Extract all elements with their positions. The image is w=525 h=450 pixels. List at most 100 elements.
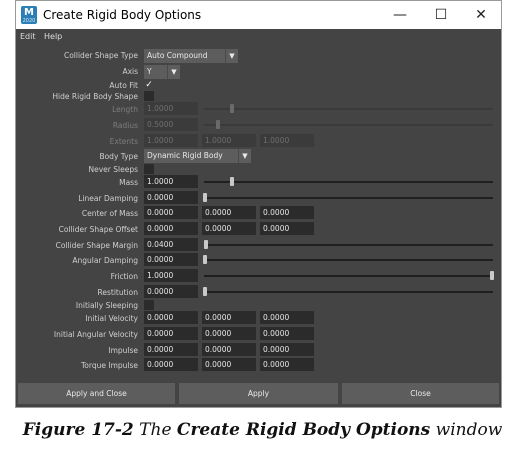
linear-damping-slider-handle[interactable] [203, 193, 207, 202]
restitution-slider-handle[interactable] [203, 287, 207, 296]
restitution-slider-track[interactable] [204, 291, 493, 293]
length-field[interactable]: 1.0000 [144, 102, 198, 115]
torque-impulse-z-field[interactable]: 0.0000 [260, 358, 314, 371]
hide-rigid-body-shape-label: Hide Rigid Body Shape [52, 92, 138, 101]
mass-slider-handle[interactable] [230, 177, 234, 186]
chevron-down-icon: ▼ [238, 149, 251, 163]
collider-shape-offset-y-field[interactable]: 0.0000 [202, 222, 256, 235]
initial-angular-velocity-z-field[interactable]: 0.0000 [260, 327, 314, 340]
initially-sleeping-label: Initially Sleeping [75, 301, 138, 310]
friction-slider-handle[interactable] [490, 271, 494, 280]
initially-sleeping-checkbox[interactable] [144, 300, 154, 310]
length-label: Length [112, 105, 138, 114]
extents-y-field[interactable]: 1.0000 [202, 134, 256, 147]
initial-velocity-label: Initial Velocity [85, 314, 138, 323]
apply-and-close-button[interactable]: Apply and Close [18, 383, 175, 404]
impulse-x-field[interactable]: 0.0000 [144, 343, 198, 356]
center-of-mass-z-field[interactable]: 0.0000 [260, 206, 314, 219]
collider-shape-margin-slider-track[interactable] [204, 244, 493, 246]
caption-window-name: Create Rigid Body Options [176, 420, 431, 440]
initial-velocity-y-field[interactable]: 0.0000 [202, 311, 256, 324]
menu-edit[interactable]: Edit [20, 32, 36, 41]
body-type-value: Dynamic Rigid Body [147, 151, 223, 160]
mass-label: Mass [119, 178, 138, 187]
window-title: Create Rigid Body Options [43, 8, 202, 22]
close-button[interactable]: Close [342, 383, 499, 404]
auto-fit-label: Auto Fit [109, 81, 138, 90]
mass-slider-track[interactable] [204, 181, 493, 183]
never-sleeps-checkbox[interactable] [144, 164, 154, 174]
initial-angular-velocity-y-field[interactable]: 0.0000 [202, 327, 256, 340]
center-of-mass-y-field[interactable]: 0.0000 [202, 206, 256, 219]
collider-shape-margin-field[interactable]: 0.0400 [144, 238, 198, 251]
collider-shape-offset-z-field[interactable]: 0.0000 [260, 222, 314, 235]
torque-impulse-y-field[interactable]: 0.0000 [202, 358, 256, 371]
collider-shape-offset-x-field[interactable]: 0.0000 [144, 222, 198, 235]
mass-field[interactable]: 1.0000 [144, 175, 198, 188]
torque-impulse-x-field[interactable]: 0.0000 [144, 358, 198, 371]
friction-label: Friction [110, 272, 138, 281]
maximize-button[interactable]: ☐ [421, 3, 461, 27]
radius-slider-track[interactable] [204, 124, 493, 126]
figure-number: Figure 17-2 [22, 420, 134, 440]
axis-label: Axis [122, 67, 138, 76]
menu-help[interactable]: Help [44, 32, 62, 41]
never-sleeps-label: Never Sleeps [88, 165, 139, 174]
extents-label: Extents [109, 137, 138, 146]
angular-damping-slider-track[interactable] [204, 259, 493, 261]
options-form: Collider Shape Type Auto Compound ▼ Axis… [16, 45, 501, 381]
linear-damping-slider-track[interactable] [204, 197, 493, 199]
friction-slider-track[interactable] [204, 275, 493, 277]
center-of-mass-label: Center of Mass [81, 209, 138, 218]
impulse-y-field[interactable]: 0.0000 [202, 343, 256, 356]
radius-field[interactable]: 0.5000 [144, 118, 198, 131]
maya-app-icon: M 2020 [21, 6, 37, 24]
menu-bar: Edit Help [16, 29, 501, 45]
initial-velocity-z-field[interactable]: 0.0000 [260, 311, 314, 324]
initial-velocity-x-field[interactable]: 0.0000 [144, 311, 198, 324]
length-slider-track[interactable] [204, 108, 493, 110]
extents-x-field[interactable]: 1.0000 [144, 134, 198, 147]
angular-damping-label: Angular Damping [72, 256, 138, 265]
linear-damping-label: Linear Damping [78, 194, 138, 203]
length-slider-handle[interactable] [230, 104, 234, 113]
close-window-button[interactable]: ✕ [461, 3, 501, 27]
initial-angular-velocity-x-field[interactable]: 0.0000 [144, 327, 198, 340]
torque-impulse-label: Torque Impulse [81, 361, 138, 370]
collider-shape-type-value: Auto Compound [147, 51, 208, 60]
restitution-field[interactable]: 0.0000 [144, 285, 198, 298]
title-bar: M 2020 Create Rigid Body Options — ☐ ✕ [16, 1, 501, 29]
axis-dropdown[interactable]: Y ▼ [144, 65, 180, 79]
impulse-label: Impulse [108, 346, 138, 355]
hide-rigid-body-shape-checkbox[interactable] [144, 91, 154, 101]
angular-damping-field[interactable]: 0.0000 [144, 253, 198, 266]
collider-shape-margin-slider-handle[interactable] [204, 240, 208, 249]
caption-suffix: window [435, 420, 503, 440]
collider-shape-margin-label: Collider Shape Margin [55, 241, 138, 250]
app-icon-sub: 2020 [22, 18, 36, 24]
auto-fit-checkbox[interactable]: ✓ [144, 80, 154, 90]
collider-shape-type-label: Collider Shape Type [63, 51, 138, 60]
caption-prefix: The [139, 420, 172, 440]
center-of-mass-x-field[interactable]: 0.0000 [144, 206, 198, 219]
angular-damping-slider-handle[interactable] [203, 255, 207, 264]
body-type-dropdown[interactable]: Dynamic Rigid Body ▼ [144, 149, 251, 163]
radius-slider-handle[interactable] [216, 120, 220, 129]
collider-shape-type-dropdown[interactable]: Auto Compound ▼ [144, 49, 238, 63]
body-type-label: Body Type [99, 152, 138, 161]
apply-button[interactable]: Apply [179, 383, 338, 404]
chevron-down-icon: ▼ [225, 49, 238, 63]
collider-shape-offset-label: Collider Shape Offset [58, 225, 138, 234]
extents-z-field[interactable]: 1.0000 [260, 134, 314, 147]
axis-value: Y [147, 67, 152, 76]
impulse-z-field[interactable]: 0.0000 [260, 343, 314, 356]
chevron-down-icon: ▼ [167, 65, 180, 79]
restitution-label: Restitution [97, 288, 138, 297]
friction-field[interactable]: 1.0000 [144, 269, 198, 282]
figure-caption: Figure 17-2 The Create Rigid Body Option… [0, 420, 525, 440]
initial-angular-velocity-label: Initial Angular Velocity [53, 330, 138, 339]
minimize-button[interactable]: — [380, 3, 420, 27]
linear-damping-field[interactable]: 0.0000 [144, 191, 198, 204]
create-rigid-body-options-window: M 2020 Create Rigid Body Options — ☐ ✕ E… [15, 0, 502, 408]
app-icon-letter: M [24, 7, 34, 18]
